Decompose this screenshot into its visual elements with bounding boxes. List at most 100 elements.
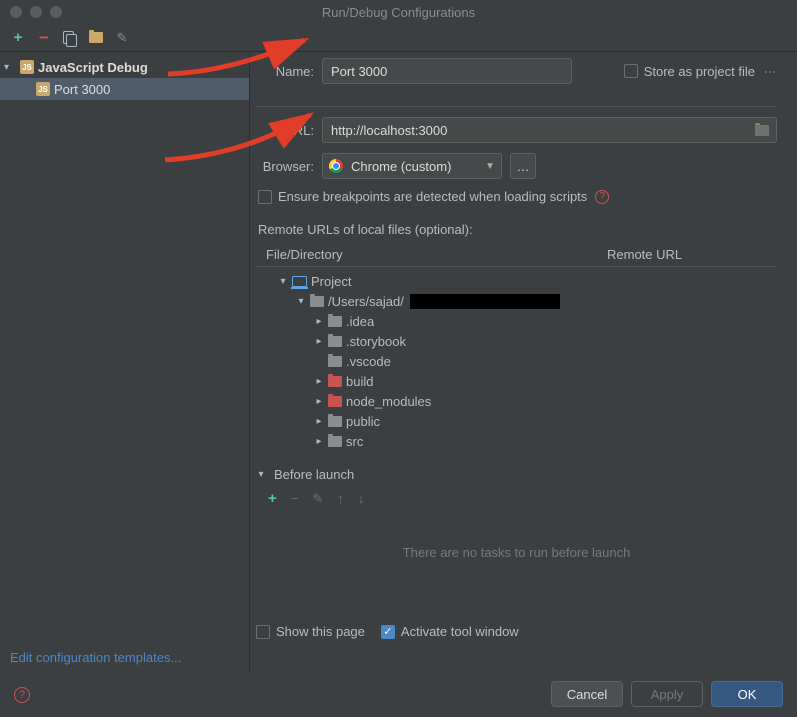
copy-config-button[interactable] (62, 30, 78, 46)
help-icon[interactable]: ? (595, 190, 609, 204)
chevron-down-icon: ▾ (4, 62, 16, 73)
browser-select[interactable]: Chrome (custom) ▼ (322, 153, 502, 179)
javascript-debug-icon: JS (36, 82, 50, 96)
help-button[interactable]: ? (14, 687, 30, 703)
file-tree-row-build[interactable]: ▸ build (260, 371, 777, 391)
before-launch-section-toggle[interactable]: ▾ Before launch (256, 467, 777, 482)
chevron-right-icon: ▸ (314, 416, 324, 427)
project-icon (292, 276, 307, 287)
config-toolbar: + − ✎ (0, 24, 797, 52)
chrome-icon (329, 159, 343, 173)
file-tree-label: node_modules (346, 394, 431, 409)
config-item-label: Port 3000 (54, 82, 110, 97)
javascript-debug-icon: JS (20, 60, 34, 74)
config-form: Name: Store as project file ⋮ URL: Brows… (250, 52, 797, 673)
checkbox-icon (624, 64, 638, 78)
config-tree-sidebar: ▾ JS JavaScript Debug JS Port 3000 (0, 52, 250, 673)
file-tree: ▾ Project ▾ /Users/sajad/ ▸ .idea ▸ .sto… (256, 267, 777, 455)
checkbox-icon (258, 190, 272, 204)
url-input[interactable] (322, 117, 777, 143)
footer-checkboxes: Show this page Activate tool window (256, 624, 519, 639)
ok-button[interactable]: OK (711, 681, 783, 707)
add-task-button[interactable]: + (268, 490, 277, 507)
dialog-button-bar: Cancel Apply OK (551, 681, 783, 707)
folder-icon (328, 316, 342, 327)
checkbox-checked-icon (381, 625, 395, 639)
file-tree-label: src (346, 434, 363, 449)
chevron-down-icon: ▾ (278, 276, 288, 287)
col-remote-url: Remote URL (607, 247, 767, 262)
name-input[interactable] (322, 58, 572, 84)
folder-excluded-icon (328, 376, 342, 387)
file-tree-label: .vscode (346, 354, 391, 369)
folder-icon (328, 436, 342, 447)
edit-templates-icon-button[interactable]: ✎ (114, 30, 130, 46)
move-task-down-button[interactable]: ↓ (358, 491, 365, 506)
add-config-button[interactable]: + (10, 30, 26, 46)
config-type-label: JavaScript Debug (38, 60, 148, 75)
name-label: Name: (256, 64, 314, 79)
cancel-button[interactable]: Cancel (551, 681, 623, 707)
chevron-down-icon: ▼ (485, 161, 495, 172)
config-type-node[interactable]: ▾ JS JavaScript Debug (0, 56, 249, 78)
folder-icon (310, 296, 324, 307)
store-as-project-file-toggle[interactable]: Store as project file (624, 64, 755, 79)
file-tree-row-src[interactable]: ▸ src (260, 431, 777, 451)
titlebar: Run/Debug Configurations (0, 0, 797, 24)
move-task-up-button[interactable]: ↑ (337, 491, 344, 506)
file-tree-label: .idea (346, 314, 374, 329)
chevron-right-icon: ▸ (314, 376, 324, 387)
file-tree-row-storybook[interactable]: ▸ .storybook (260, 331, 777, 351)
file-tree-label: /Users/sajad/ (328, 294, 404, 309)
more-options-icon[interactable]: ⋮ (763, 66, 777, 76)
remove-task-button[interactable]: − (291, 491, 299, 506)
browser-label: Browser: (256, 159, 314, 174)
apply-button[interactable]: Apply (631, 681, 703, 707)
divider (256, 106, 777, 107)
show-this-page-toggle[interactable]: Show this page (256, 624, 365, 639)
before-launch-label: Before launch (274, 467, 354, 482)
ensure-breakpoints-toggle[interactable]: Ensure breakpoints are detected when loa… (258, 189, 587, 204)
redacted-path (410, 294, 560, 309)
remove-config-button[interactable]: − (36, 30, 52, 46)
chevron-right-icon: ▸ (314, 336, 324, 347)
file-tree-row-public[interactable]: ▸ public (260, 411, 777, 431)
edit-configuration-templates-link[interactable]: Edit configuration templates... (10, 650, 181, 665)
config-item-port-3000[interactable]: JS Port 3000 (0, 78, 249, 100)
window-title: Run/Debug Configurations (0, 5, 797, 20)
activate-tool-window-label: Activate tool window (401, 624, 519, 639)
folder-icon (89, 32, 103, 43)
file-tree-label: build (346, 374, 373, 389)
file-tree-row-vscode[interactable]: ▸ .vscode (260, 351, 777, 371)
chevron-right-icon: ▸ (314, 396, 324, 407)
no-tasks-message: There are no tasks to run before launch (256, 545, 777, 560)
chevron-right-icon: ▸ (314, 316, 324, 327)
file-tree-label: .storybook (346, 334, 406, 349)
remote-urls-label: Remote URLs of local files (optional): (258, 222, 777, 237)
file-tree-row-project[interactable]: ▾ Project (260, 271, 777, 291)
browser-value: Chrome (custom) (351, 159, 451, 174)
file-tree-label: public (346, 414, 380, 429)
file-tree-row-node-modules[interactable]: ▸ node_modules (260, 391, 777, 411)
folder-icon (328, 336, 342, 347)
before-launch-toolbar: + − ✎ ↑ ↓ (256, 482, 777, 515)
activate-tool-window-toggle[interactable]: Activate tool window (381, 624, 519, 639)
edit-task-button[interactable]: ✎ (312, 491, 323, 507)
col-file-directory: File/Directory (266, 247, 607, 262)
checkbox-icon (256, 625, 270, 639)
file-tree-label: Project (311, 274, 351, 289)
browser-settings-button[interactable]: … (510, 153, 536, 179)
chevron-down-icon: ▾ (256, 469, 266, 480)
show-this-page-label: Show this page (276, 624, 365, 639)
url-label: URL: (256, 123, 314, 138)
folder-icon (328, 356, 342, 367)
folder-excluded-icon (328, 396, 342, 407)
remote-urls-table-header: File/Directory Remote URL (256, 243, 777, 267)
file-tree-row-idea[interactable]: ▸ .idea (260, 311, 777, 331)
browse-folder-icon[interactable] (755, 125, 769, 136)
copy-icon (63, 31, 77, 45)
chevron-down-icon: ▾ (296, 296, 306, 307)
store-label: Store as project file (644, 64, 755, 79)
save-to-folder-button[interactable] (88, 30, 104, 46)
file-tree-row-root[interactable]: ▾ /Users/sajad/ (260, 291, 777, 311)
